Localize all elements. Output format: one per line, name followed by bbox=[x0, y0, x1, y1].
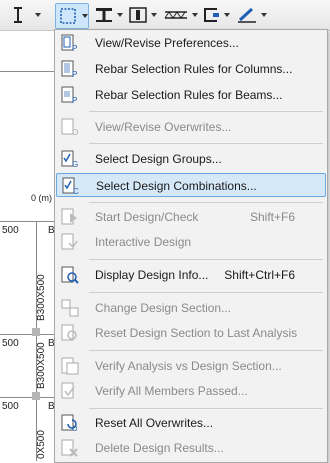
menu-item-shortcut: Shift+Ctrl+F6 bbox=[224, 268, 295, 282]
menu-item-label: Start Design/Check bbox=[95, 210, 199, 224]
verify-analysis-icon bbox=[61, 357, 79, 375]
design-dropdown-menu: P View/Revise Preferences... P Rebar Sel… bbox=[54, 29, 328, 463]
menu-separator bbox=[89, 111, 323, 112]
menu-item-view-revise-preferences[interactable]: P View/Revise Preferences... bbox=[57, 32, 325, 54]
menu-item-reset-all-overwrites[interactable]: O Reset All Overwrites... bbox=[57, 412, 325, 434]
menu-item-reset-design-section[interactable]: Reset Design Section to Last Analysis bbox=[57, 322, 325, 344]
svg-text:P: P bbox=[72, 96, 77, 104]
frame-line bbox=[0, 397, 54, 398]
frame-line bbox=[0, 334, 54, 335]
svg-text:O: O bbox=[72, 426, 78, 432]
bracket-section-button[interactable] bbox=[201, 3, 230, 27]
menu-item-rebar-rules-columns[interactable]: P Rebar Selection Rules for Columns... bbox=[57, 58, 325, 80]
pencil-edit-button[interactable] bbox=[236, 3, 267, 27]
svg-text:P: P bbox=[72, 70, 77, 78]
chevron-down-icon bbox=[35, 13, 41, 17]
frame-line bbox=[36, 221, 37, 461]
frame-line bbox=[0, 221, 54, 222]
menu-separator bbox=[89, 292, 323, 293]
menu-item-select-design-groups[interactable]: G Select Design Groups... bbox=[57, 148, 325, 170]
menu-separator bbox=[89, 350, 323, 351]
chevron-down-icon bbox=[151, 13, 157, 17]
svg-text:P: P bbox=[72, 44, 77, 52]
design-frame-icon bbox=[60, 8, 76, 24]
menu-item-label: Reset Design Section to Last Analysis bbox=[95, 326, 298, 340]
menu-item-label: Reset All Overwrites... bbox=[95, 416, 214, 430]
overwrites-icon: O bbox=[61, 118, 78, 136]
delete-results-icon bbox=[61, 439, 78, 457]
axis-label: 0 (m) bbox=[31, 193, 52, 203]
steel-beam-button[interactable] bbox=[94, 3, 123, 27]
menu-item-view-revise-overwrites[interactable]: O View/Revise Overwrites... bbox=[57, 116, 325, 138]
chevron-down-icon bbox=[82, 14, 88, 18]
menu-item-label: Interactive Design bbox=[95, 235, 192, 249]
column-section-icon bbox=[129, 7, 147, 23]
design-info-icon bbox=[61, 266, 79, 284]
menu-item-label: Delete Design Results... bbox=[95, 441, 224, 455]
section-label: 500 bbox=[2, 338, 19, 349]
text-cursor-icon bbox=[14, 7, 22, 23]
beam-label: B300X500 bbox=[36, 342, 47, 389]
menu-item-label: Rebar Selection Rules for Columns... bbox=[95, 62, 293, 76]
column-section-button[interactable] bbox=[128, 3, 157, 27]
preferences-icon: P bbox=[61, 34, 77, 52]
chevron-down-icon bbox=[261, 13, 267, 17]
menu-item-verify-analysis-vs-design[interactable]: Verify Analysis vs Design Section... bbox=[57, 355, 325, 377]
pencil-edit-icon bbox=[238, 7, 256, 23]
brace-line-icon bbox=[164, 11, 187, 19]
menu-item-label: View/Revise Preferences... bbox=[95, 36, 239, 50]
joint-node bbox=[32, 392, 40, 400]
start-design-icon bbox=[61, 208, 77, 225]
menu-item-label: Display Design Info... bbox=[95, 268, 209, 282]
svg-text:C: C bbox=[73, 187, 79, 195]
design-groups-icon: G bbox=[61, 150, 78, 168]
menu-item-label: Change Design Section... bbox=[95, 301, 232, 315]
menu-item-select-design-combinations[interactable]: C Select Design Combinations... bbox=[56, 173, 326, 197]
bracket-section-icon bbox=[204, 8, 219, 22]
menu-separator bbox=[89, 202, 323, 203]
menu-item-shortcut: Shift+F6 bbox=[249, 210, 295, 224]
menu-item-verify-all-members[interactable]: Verify All Members Passed... bbox=[57, 380, 325, 402]
steel-beam-icon bbox=[96, 8, 112, 22]
chevron-down-icon bbox=[192, 13, 198, 17]
menu-separator bbox=[89, 259, 323, 260]
beam-label: 0X500 bbox=[36, 430, 47, 459]
change-section-icon bbox=[61, 299, 79, 317]
design-frame-button[interactable] bbox=[55, 3, 89, 29]
menu-item-label: View/Revise Overwrites... bbox=[95, 120, 232, 134]
design-toolbar bbox=[0, 0, 330, 31]
brace-line-button[interactable] bbox=[163, 3, 198, 27]
menu-item-display-design-info[interactable]: Display Design Info... Shift+Ctrl+F6 bbox=[57, 264, 325, 286]
svg-text:G: G bbox=[72, 160, 78, 168]
chevron-down-icon bbox=[224, 13, 230, 17]
verify-members-icon bbox=[61, 382, 75, 399]
menu-separator bbox=[89, 408, 323, 409]
rebar-columns-icon: P bbox=[61, 60, 77, 78]
reset-overwrites-icon: O bbox=[61, 414, 78, 432]
frame-line bbox=[0, 71, 54, 72]
menu-item-change-design-section[interactable]: Change Design Section... bbox=[57, 297, 325, 319]
menu-item-label: Verify Analysis vs Design Section... bbox=[95, 359, 282, 373]
menu-separator bbox=[89, 143, 323, 144]
menu-item-start-design-check[interactable]: Start Design/Check Shift+F6 bbox=[57, 206, 325, 228]
menu-item-rebar-rules-beams[interactable]: P Rebar Selection Rules for Beams... bbox=[57, 84, 325, 106]
menu-item-interactive-design[interactable]: Interactive Design bbox=[57, 231, 325, 253]
menu-item-label: Select Design Combinations... bbox=[96, 179, 257, 193]
menu-item-label: Verify All Members Passed... bbox=[95, 384, 248, 398]
joint-node bbox=[32, 328, 40, 336]
design-combinations-icon: C bbox=[62, 177, 79, 195]
menu-item-label: Select Design Groups... bbox=[95, 152, 222, 166]
beam-label: B300X500 bbox=[36, 274, 47, 321]
interactive-design-icon bbox=[61, 233, 78, 250]
rebar-beams-icon: P bbox=[61, 86, 77, 104]
reset-section-icon bbox=[61, 324, 77, 341]
section-label: 500 bbox=[2, 225, 19, 236]
section-label: 500 bbox=[2, 401, 19, 412]
chevron-down-icon bbox=[117, 13, 123, 17]
menu-item-delete-design-results[interactable]: Delete Design Results... bbox=[57, 437, 325, 459]
svg-text:O: O bbox=[72, 128, 78, 136]
text-cursor-button[interactable] bbox=[4, 3, 41, 27]
menu-item-label: Rebar Selection Rules for Beams... bbox=[95, 88, 283, 102]
